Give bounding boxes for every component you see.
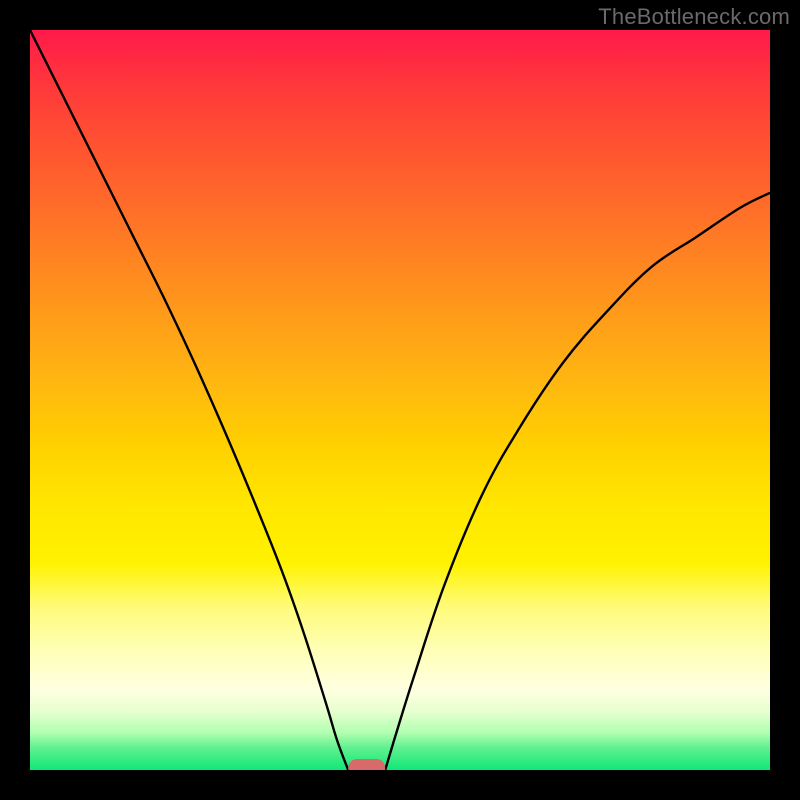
optimum-marker bbox=[348, 759, 385, 770]
chart-svg bbox=[30, 30, 770, 770]
chart-frame: TheBottleneck.com bbox=[0, 0, 800, 800]
curve-left bbox=[30, 30, 348, 770]
plot-area bbox=[30, 30, 770, 770]
curve-right bbox=[385, 193, 770, 770]
watermark-text: TheBottleneck.com bbox=[598, 4, 790, 30]
